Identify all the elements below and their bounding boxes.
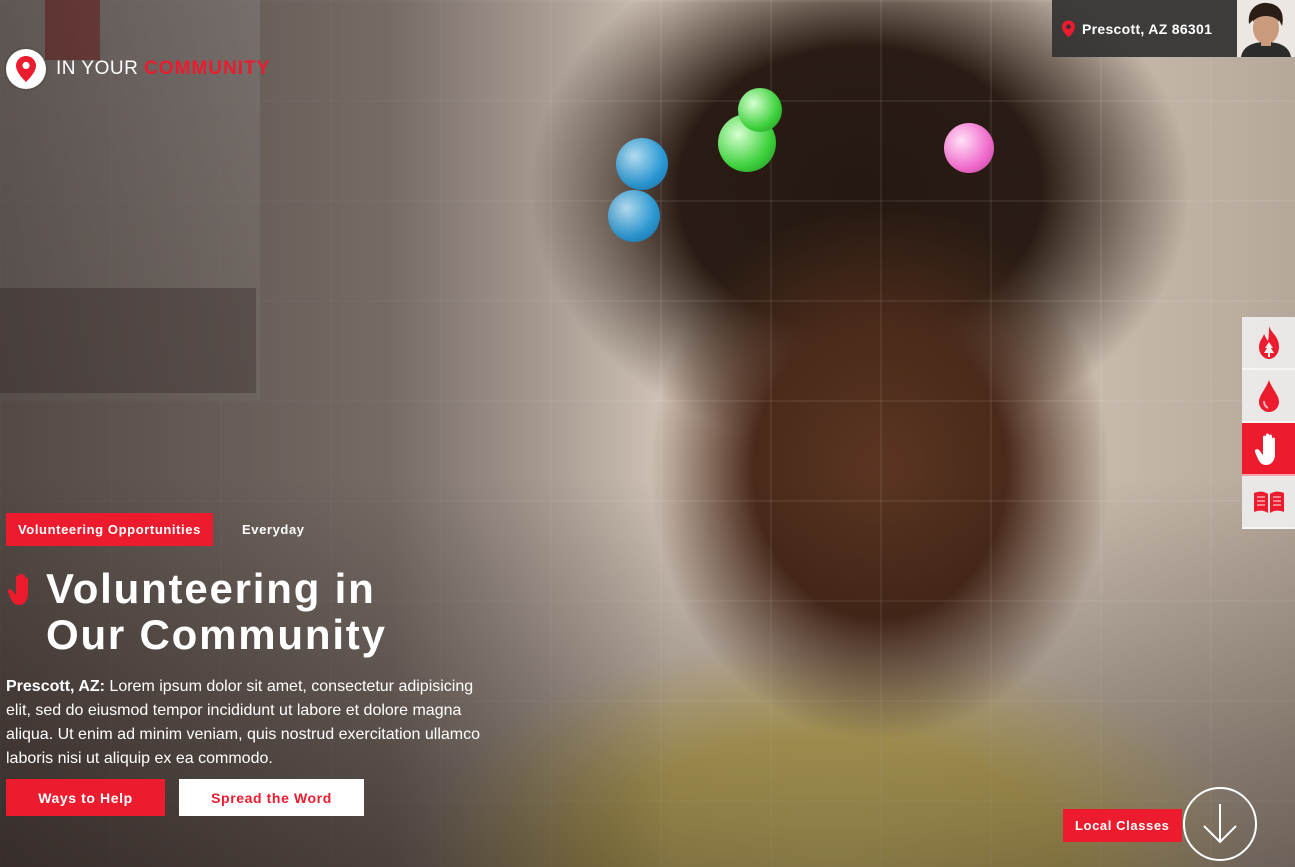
user-avatar[interactable] <box>1237 0 1295 57</box>
location-selector[interactable]: Prescott, AZ 86301 <box>1052 0 1237 57</box>
page-title-line2: Our Community <box>46 611 387 658</box>
site-logo[interactable]: IN YOUR COMMUNITY <box>6 49 270 89</box>
rail-item-volunteer[interactable] <box>1242 423 1295 476</box>
logo-badge <box>6 49 46 89</box>
page-title: Volunteering in Our Community <box>46 566 466 658</box>
fire-icon <box>1258 325 1279 359</box>
rail-item-disaster[interactable] <box>1242 317 1295 370</box>
intro-location: Prescott, AZ: <box>6 678 105 695</box>
hand-icon <box>7 573 28 605</box>
category-rail <box>1242 317 1295 529</box>
avatar-portrait-icon <box>1237 0 1295 57</box>
spread-the-word-button[interactable]: Spread the Word <box>179 779 364 816</box>
hand-icon <box>1254 433 1275 465</box>
frequency-tag: Everyday <box>242 522 305 537</box>
page-title-line1: Volunteering in <box>46 565 376 612</box>
blood-drop-icon <box>1258 379 1279 412</box>
map-pin-icon <box>1062 20 1075 37</box>
ways-to-help-button[interactable]: Ways to Help <box>6 779 165 816</box>
rail-item-blood[interactable] <box>1242 370 1295 423</box>
map-pin-icon <box>16 56 36 82</box>
location-text: Prescott, AZ 86301 <box>1082 20 1213 37</box>
logo-text: IN YOUR COMMUNITY <box>56 58 270 80</box>
arrow-down-icon <box>1203 804 1237 844</box>
intro-paragraph: Prescott, AZ: Lorem ipsum dolor sit amet… <box>6 675 481 771</box>
book-icon <box>1253 491 1284 513</box>
logo-text-prefix: IN YOUR <box>56 58 145 79</box>
scroll-down-button[interactable] <box>1183 787 1257 861</box>
logo-text-highlight: COMMUNITY <box>144 58 271 79</box>
local-classes-link[interactable]: Local Classes <box>1063 809 1182 842</box>
category-tag[interactable]: Volunteering Opportunities <box>6 513 213 546</box>
rail-item-training[interactable] <box>1242 476 1295 529</box>
